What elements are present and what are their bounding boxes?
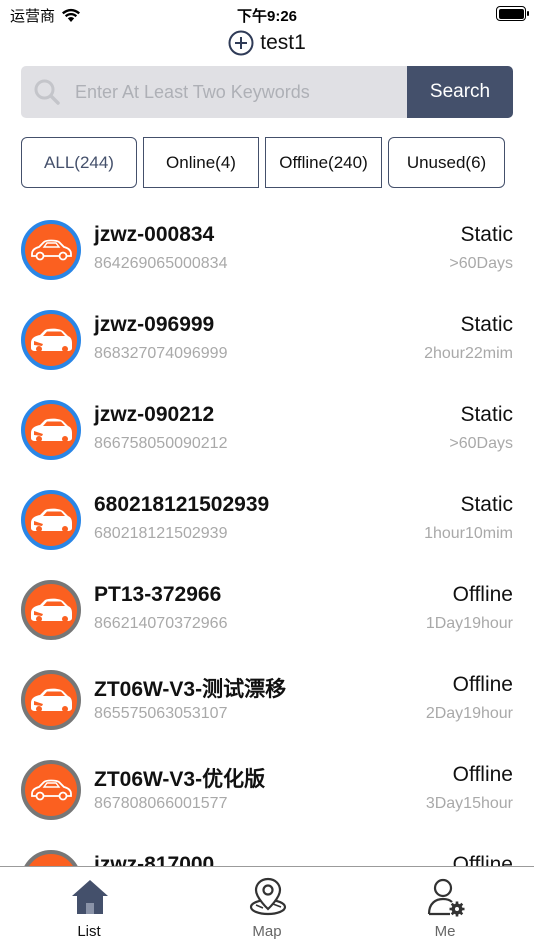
filter-tab-unused[interactable]: Unused(6) <box>388 137 505 188</box>
device-avatar <box>21 670 81 730</box>
search-bar: Search <box>21 66 513 118</box>
car-front-icon <box>31 418 72 442</box>
device-status: Offline <box>452 853 513 867</box>
device-imei: 866758050090212 <box>94 435 228 452</box>
device-name: jzwz-090212 <box>94 403 215 426</box>
car-front-icon <box>31 508 72 532</box>
device-status: Static <box>460 223 513 246</box>
filter-tab-all[interactable]: ALL(244) <box>21 137 137 188</box>
device-list-item[interactable]: jzwz-090212 866758050090212 Static >60Days <box>0 370 534 460</box>
device-list-item[interactable]: ZT06W-V3-测试漂移 865575063053107 Offline 2Day1… <box>0 640 534 730</box>
device-list-item[interactable]: jzwz-817000 Offline <box>0 820 534 867</box>
device-last-update: 2hour22mim <box>424 345 513 362</box>
search-icon <box>34 79 60 105</box>
user-settings-icon <box>427 878 465 917</box>
car-front-icon <box>31 328 72 352</box>
device-name: ZT06W-V3-优化版 <box>94 768 266 791</box>
car-side-icon <box>31 239 72 261</box>
device-list-item[interactable]: PT13-372966 866214070372966 Offline 1Day19h… <box>0 550 534 640</box>
filter-tabs: ALL(244) Online(4) Offline(240) Unused(6… <box>21 137 513 188</box>
device-avatar <box>21 580 81 640</box>
device-list[interactable]: jzwz-000834 864269065000834 Static >60Days j… <box>0 190 534 867</box>
page-title: test1 <box>260 31 306 54</box>
device-list-item[interactable]: ZT06W-V3-优化版 867808066001577 Offline 3Day15… <box>0 730 534 820</box>
device-last-update: 3Day15hour <box>425 795 513 812</box>
device-status: Static <box>460 313 513 336</box>
device-name: jzwz-000834 <box>94 223 215 246</box>
filter-tab-offline[interactable]: Offline(240) <box>265 137 382 188</box>
header[interactable]: test1 <box>0 28 534 58</box>
tab-bar: List Map Me <box>0 866 534 950</box>
device-name: ZT06W-V3-测试漂移 <box>94 678 287 701</box>
tab-map-label: Map <box>252 923 282 940</box>
device-imei: 867808066001577 <box>94 795 228 812</box>
tab-list[interactable]: List <box>0 867 178 950</box>
map-pin-icon <box>249 877 287 916</box>
device-imei: 864269065000834 <box>94 255 228 272</box>
device-name: PT13-372966 <box>94 583 222 606</box>
device-imei: 680218121502939 <box>94 525 228 542</box>
device-list-screen: 运营商 下午9:26 test1 Search <box>0 0 534 950</box>
search-button[interactable]: Search <box>407 66 513 118</box>
device-last-update: 2Day19hour <box>425 705 513 722</box>
car-side-icon <box>31 779 72 801</box>
device-avatar <box>21 220 81 280</box>
device-status: Offline <box>452 583 513 606</box>
tab-me[interactable]: Me <box>356 867 534 950</box>
tab-list-label: List <box>77 923 101 940</box>
device-avatar <box>21 760 81 820</box>
filter-tab-online[interactable]: Online(4) <box>143 137 259 188</box>
device-imei: 868327074096999 <box>94 345 228 362</box>
device-avatar <box>21 400 81 460</box>
search-input[interactable] <box>75 81 395 103</box>
tab-map[interactable]: Map <box>178 867 356 950</box>
home-icon <box>72 880 108 914</box>
device-imei: 865575063053107 <box>94 705 228 722</box>
device-imei: 866214070372966 <box>94 615 228 632</box>
search-field[interactable] <box>21 66 407 118</box>
battery-icon <box>496 6 529 21</box>
device-name: jzwz-096999 <box>94 313 215 336</box>
car-front-icon <box>31 688 72 712</box>
add-circle-icon[interactable] <box>228 30 254 56</box>
device-status: Static <box>460 493 513 516</box>
device-avatar <box>21 490 81 550</box>
device-last-update: 1Day19hour <box>425 615 513 632</box>
battery-fill <box>498 8 524 19</box>
tab-me-label: Me <box>434 923 456 940</box>
device-list-item[interactable]: jzwz-000834 864269065000834 Static >60Days <box>0 190 534 280</box>
device-last-update: >60Days <box>449 435 513 452</box>
device-avatar <box>21 310 81 370</box>
device-list-item[interactable]: 680218121502939 680218121502939 Static 1hou… <box>0 460 534 550</box>
device-status: Offline <box>452 673 513 696</box>
device-status: Offline <box>452 763 513 786</box>
device-name: jzwz-817000 <box>94 853 215 867</box>
device-name: 680218121502939 <box>94 493 270 516</box>
device-last-update: 1hour10mim <box>424 525 513 542</box>
device-status: Static <box>460 403 513 426</box>
status-time: 下午9:26 <box>236 8 298 25</box>
status-bar: 运营商 下午9:26 <box>0 0 534 28</box>
device-avatar <box>21 850 81 867</box>
device-last-update: >60Days <box>449 255 513 272</box>
device-list-item[interactable]: jzwz-096999 868327074096999 Static 2hour22m… <box>0 280 534 370</box>
car-front-icon <box>31 598 72 622</box>
